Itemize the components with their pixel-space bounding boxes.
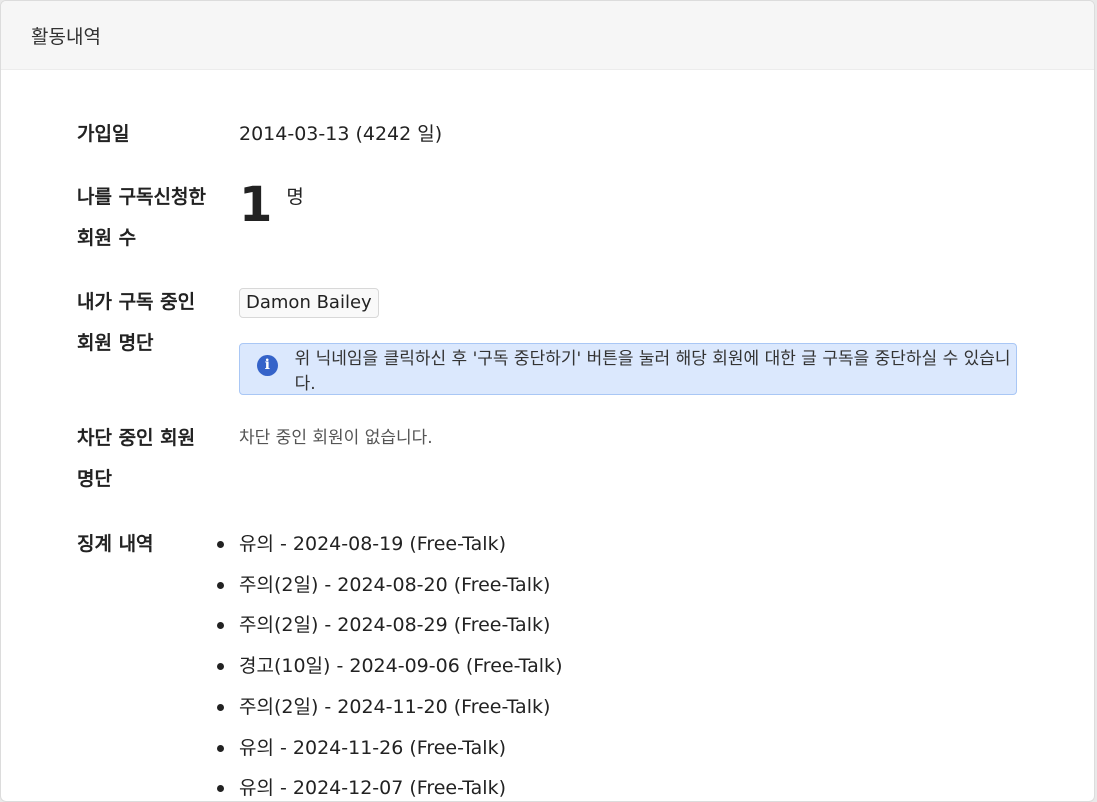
subscriber-unit: 명 — [286, 186, 304, 208]
subscribers-label: 나를 구독신청한 회원 수 — [77, 177, 239, 259]
card-header: 활동내역 — [1, 1, 1094, 70]
subscribers-label-line2: 회원 수 — [77, 227, 137, 249]
blocked-label-line1: 차단 중인 회원 — [77, 427, 196, 449]
discipline-label: 징계 내역 — [77, 533, 154, 555]
list-item: 유의 - 2024-12-07 (Free-Talk) — [216, 768, 562, 801]
subscribing-label-line1: 내가 구독 중인 — [77, 291, 196, 313]
discipline-row: 징계 내역 유의 - 2024-08-19 (Free-Talk) 주의(2일)… — [77, 524, 562, 801]
subscribing-label: 내가 구독 중인 회원 명단 — [77, 282, 239, 364]
list-item: 유의 - 2024-11-26 (Free-Talk) — [216, 728, 562, 769]
info-icon: i — [257, 354, 278, 376]
list-item: 주의(2일) - 2024-08-20 (Free-Talk) — [216, 565, 562, 606]
list-item: 주의(2일) - 2024-11-20 (Free-Talk) — [216, 687, 562, 728]
list-item: 경고(10일) - 2024-09-06 (Free-Talk) — [216, 646, 562, 687]
card-title: 활동내역 — [31, 25, 101, 48]
activity-card: 활동내역 가입일 2014-03-13 (4242 일) 나를 구독신청한 회원… — [0, 0, 1095, 802]
join-date-row: 가입일 2014-03-13 (4242 일) — [77, 114, 442, 155]
list-item: 주의(2일) - 2024-08-29 (Free-Talk) — [216, 605, 562, 646]
info-text: 위 닉네임을 클릭하신 후 '구독 중단하기' 버튼을 눌러 해당 회원에 대한… — [294, 349, 1011, 394]
discipline-list: 유의 - 2024-08-19 (Free-Talk) 주의(2일) - 202… — [216, 524, 562, 801]
subscribers-row: 나를 구독신청한 회원 수 1명 — [77, 177, 304, 259]
member-nickname[interactable]: Damon Bailey — [239, 288, 379, 318]
blocked-label-line2: 명단 — [77, 468, 112, 490]
subscribing-label-line2: 회원 명단 — [77, 332, 154, 354]
subscribers-label-line1: 나를 구독신청한 — [77, 186, 206, 208]
blocked-row: 차단 중인 회원 명단 차단 중인 회원이 없습니다. — [77, 418, 433, 500]
join-date-label: 가입일 — [77, 123, 130, 145]
subscribers-value: 1명 — [239, 177, 304, 259]
blocked-label: 차단 중인 회원 명단 — [77, 418, 239, 500]
list-item: 유의 - 2024-08-19 (Free-Talk) — [216, 524, 562, 565]
blocked-empty-text: 차단 중인 회원이 없습니다. — [239, 428, 433, 448]
info-alert: i 위 닉네임을 클릭하신 후 '구독 중단하기' 버튼을 눌러 해당 회원에 … — [239, 343, 1017, 395]
join-date-value: 2014-03-13 (4242 일) — [239, 123, 443, 145]
subscriber-count: 1 — [239, 177, 273, 233]
